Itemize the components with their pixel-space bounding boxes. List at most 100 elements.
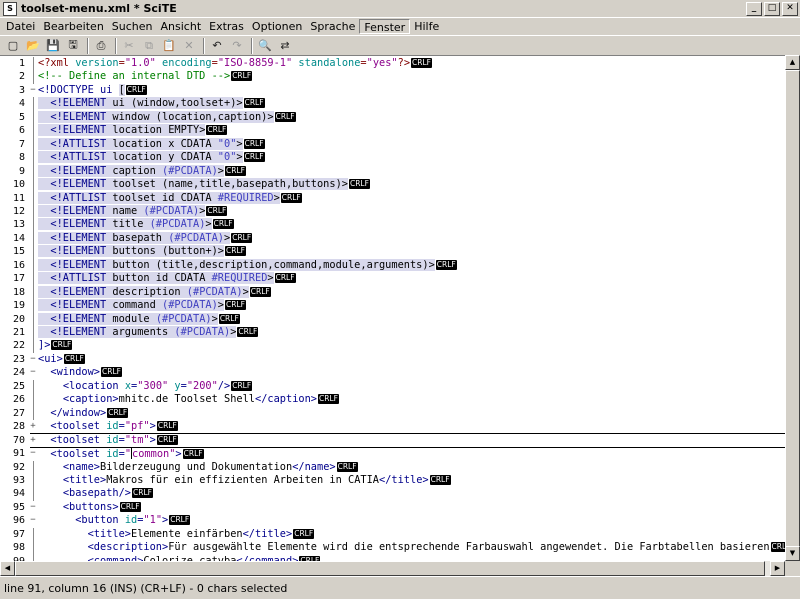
menu-bearbeiten[interactable]: Bearbeiten	[39, 19, 107, 34]
scrollbar-corner	[785, 561, 800, 576]
copy-icon[interactable]: ⧉	[140, 38, 158, 54]
token-dtd: location x CDATA	[106, 137, 218, 150]
scroll-up-button[interactable]: ▲	[785, 55, 800, 70]
fold-collapse-icon[interactable]: −	[28, 501, 38, 515]
token-dtdk: <!ELEMENT	[50, 164, 107, 177]
vertical-scrollbar[interactable]: ▲ ▼	[785, 55, 800, 561]
scroll-right-button[interactable]: ▶	[770, 561, 785, 576]
fold-collapse-icon[interactable]: −	[28, 366, 38, 380]
fold-guide	[33, 406, 34, 421]
fold-collapse-icon[interactable]: −	[28, 84, 38, 98]
code-line[interactable]: 7 <!ATTLIST location x CDATA "0"> CRLF	[0, 137, 785, 152]
code-line[interactable]: 6 <!ELEMENT location EMPTY> CRLF	[0, 124, 785, 138]
undo-icon[interactable]: ↶	[208, 38, 226, 54]
line-number: 92	[12, 461, 25, 473]
code-line[interactable]: 28 + <toolset id="pf"> CRLF	[0, 420, 785, 435]
code-editor[interactable]: 1 <?xml version="1.0" encoding="ISO-8859-…	[0, 55, 785, 561]
menu-sprache[interactable]: Sprache	[306, 19, 359, 34]
code-line[interactable]: 94 <basepath/> CRLF	[0, 487, 785, 501]
code-line[interactable]: 22]> CRLF	[0, 339, 785, 353]
open-folder-icon[interactable]: 📂	[24, 38, 42, 54]
maximize-button[interactable]: □	[764, 1, 780, 16]
fold-guide	[33, 527, 34, 542]
token-dtdk: <!ATTLIST	[50, 191, 107, 204]
code-line[interactable]: 13 <!ELEMENT title (#PCDATA)> CRLF	[0, 218, 785, 232]
minimize-button[interactable]: _	[746, 1, 762, 16]
scroll-left-button[interactable]: ◀	[0, 561, 15, 576]
menu-fenster[interactable]: Fenster	[359, 19, 411, 34]
paste-icon[interactable]: 📋	[160, 38, 178, 54]
code-line[interactable]: 19 <!ELEMENT command (#PCDATA)> CRLF	[0, 299, 785, 313]
code-line[interactable]: 8 <!ATTLIST location y CDATA "0"> CRLF	[0, 151, 785, 165]
find-icon[interactable]: 🔍	[256, 38, 274, 54]
code-line[interactable]: 12 <!ELEMENT name (#PCDATA)> CRLF	[0, 204, 785, 219]
code-line[interactable]: 5 <!ELEMENT window (location,caption)> CR…	[0, 110, 785, 125]
code-line[interactable]: 11 <!ATTLIST toolset id CDATA #REQUIRED>…	[0, 191, 785, 205]
code-line[interactable]: 96− <button id="1"> CRLF	[0, 514, 785, 528]
fold-expand-icon[interactable]: +	[28, 420, 38, 434]
token-dtdp: (#PCDATA)	[162, 299, 218, 312]
menu-hilfe[interactable]: Hilfe	[410, 19, 443, 34]
cut-icon[interactable]: ✂	[120, 38, 138, 54]
code-line[interactable]: 23− <ui> CRLF	[0, 353, 785, 367]
menu-suchen[interactable]: Suchen	[108, 19, 157, 34]
code-line[interactable]: 93 <title>Makros für ein effizienten Arb…	[0, 473, 785, 488]
code-line[interactable]: 15 <!ELEMENT buttons (button+)> CRLF	[0, 245, 785, 259]
vertical-scroll-thumb[interactable]	[785, 70, 800, 550]
code-line[interactable]: 98 <description>Für ausgewählte Elemente…	[0, 541, 785, 555]
code-line[interactable]: 10 <!ELEMENT toolset (name,title,basepat…	[0, 178, 785, 192]
menu-ansicht[interactable]: Ansicht	[157, 19, 206, 34]
code-line[interactable]: 27 </window> CRLF	[0, 406, 785, 421]
fold-collapse-icon[interactable]: −	[28, 514, 38, 528]
token-dtd: button id CDATA	[106, 272, 212, 285]
fold-collapse-icon[interactable]: −	[28, 447, 38, 461]
code-line[interactable]: 24− <window> CRLF	[0, 366, 785, 380]
save-as-icon[interactable]: 🖫	[64, 38, 82, 54]
fold-collapse-icon[interactable]: −	[28, 353, 38, 367]
code-line[interactable]: 20 <!ELEMENT module (#PCDATA)> CRLF	[0, 312, 785, 327]
redo-icon[interactable]: ↷	[228, 38, 246, 54]
toolbar-separator	[115, 37, 117, 54]
code-line[interactable]: 26 <caption>mhitc.de Toolset Shell</capt…	[0, 393, 785, 407]
code-line[interactable]: 95− <buttons> CRLF	[0, 501, 785, 515]
line-number: 26	[12, 394, 25, 406]
code-line[interactable]: 9 <!ELEMENT caption (#PCDATA)> CRLF	[0, 164, 785, 179]
code-line[interactable]: 14 <!ELEMENT basepath (#PCDATA)> CRLF	[0, 231, 785, 246]
code-line[interactable]: 21 <!ELEMENT arguments (#PCDATA)> CRLF	[0, 326, 785, 340]
code-line[interactable]: 17 <!ATTLIST button id CDATA #REQUIRED> C…	[0, 272, 785, 286]
replace-icon[interactable]: ⇄	[276, 38, 294, 54]
save-icon[interactable]: 💾	[44, 38, 62, 54]
code-line[interactable]: 70 + <toolset id="tm"> CRLF	[0, 434, 785, 448]
token-dtdk: <!ELEMENT	[50, 245, 107, 258]
line-text: <description>Für ausgewählte Elemente wi…	[38, 541, 785, 555]
code-line[interactable]: 97 <title>Elemente einfärben</title> CRLF	[0, 527, 785, 542]
code-line[interactable]: 92 <name>Bilderzeugung und Dokumentation…	[0, 460, 785, 474]
code-line[interactable]: 2 <!-- Define an internal DTD --> CRLF	[0, 70, 785, 84]
line-number: 95	[12, 501, 25, 513]
menu-optionen[interactable]: Optionen	[248, 19, 306, 34]
code-line[interactable]: 91− <toolset id="common"> CRLF	[0, 447, 785, 461]
scroll-down-button[interactable]: ▼	[785, 546, 800, 561]
code-line[interactable]: 4 <!ELEMENT ui (window,toolset+)> CRLF	[0, 97, 785, 111]
code-line[interactable]: 18 <!ELEMENT description (#PCDATA)> CRLF	[0, 285, 785, 300]
token-dtdk: <!ELEMENT	[50, 285, 107, 298]
menu-bar: Datei Bearbeiten Suchen Ansicht Extras Option…	[0, 18, 800, 35]
menu-datei[interactable]: Datei	[2, 19, 39, 34]
fold-guide	[33, 137, 34, 152]
menu-extras[interactable]: Extras	[205, 19, 248, 34]
token-pi: <?xml	[38, 57, 76, 69]
horizontal-scroll-thumb[interactable]	[15, 561, 765, 576]
token-dtd: button (title,description,command,module…	[106, 258, 435, 271]
code-line[interactable]: 3− <!DOCTYPE ui [CRLF	[0, 83, 785, 98]
new-file-icon[interactable]: ▢	[4, 38, 22, 54]
print-icon[interactable]: ⎙	[92, 38, 110, 54]
fold-expand-icon[interactable]: +	[28, 434, 38, 448]
code-line[interactable]: 25 <location x="300" y="200"/> CRLF	[0, 379, 785, 394]
token-dtd: >	[242, 285, 249, 298]
horizontal-scrollbar[interactable]: ◀ ▶	[0, 561, 785, 576]
code-line[interactable]: 16 <!ELEMENT button (title,description,c…	[0, 258, 785, 273]
delete-icon[interactable]: ✕	[180, 38, 198, 54]
code-line[interactable]: 1 <?xml version="1.0" encoding="ISO-8859-…	[0, 57, 785, 71]
close-button[interactable]: ✕	[782, 1, 798, 16]
